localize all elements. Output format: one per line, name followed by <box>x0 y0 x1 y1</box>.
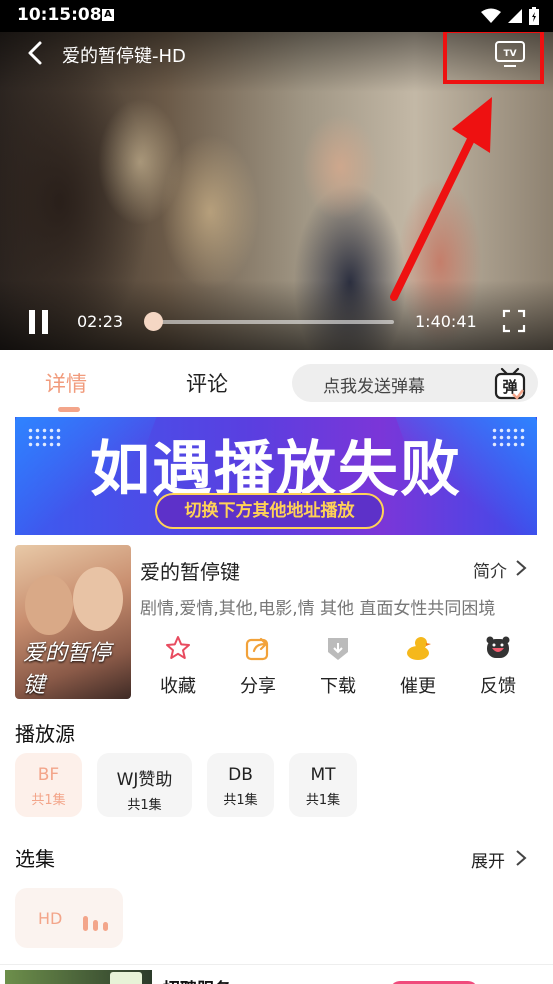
source-bf[interactable]: BF 共1集 <box>15 753 82 817</box>
feedback-icon <box>486 636 510 658</box>
playing-bars-icon <box>83 916 108 931</box>
favorite-button[interactable]: 收藏 <box>148 634 208 698</box>
duck-icon <box>407 637 431 660</box>
status-time: 10:15:08 <box>17 5 102 25</box>
notification-icon: A <box>102 9 114 21</box>
episodes-title: 选集 <box>15 847 55 871</box>
status-icons <box>481 6 539 26</box>
banner-switch-button[interactable]: 切换下方其他地址播放 <box>155 493 384 529</box>
expand-link[interactable]: 展开 <box>471 847 505 872</box>
back-arrow-icon[interactable] <box>24 40 48 66</box>
source-db[interactable]: DB 共1集 <box>207 753 274 817</box>
source-name: WJ赞助 <box>116 770 173 790</box>
chevron-right-icon[interactable] <box>514 558 528 578</box>
download-icon <box>328 638 348 660</box>
ad-text: 招聘服务 <box>163 975 231 984</box>
source-count: 共1集 <box>127 798 162 813</box>
wifi-icon <box>481 8 501 23</box>
source-count: 共1集 <box>31 793 66 808</box>
favorite-label: 收藏 <box>160 676 196 697</box>
ad-thumbnail <box>5 970 152 984</box>
danmu-placeholder: 点我发送弹幕 <box>323 377 425 397</box>
signal-icon <box>508 9 522 23</box>
chevron-right-icon[interactable] <box>514 848 528 868</box>
star-icon <box>166 636 190 659</box>
tab-detail[interactable]: 详情 <box>45 368 87 398</box>
feedback-button[interactable]: 反馈 <box>468 634 528 698</box>
download-button[interactable]: 下载 <box>308 634 368 698</box>
download-label: 下载 <box>320 676 356 697</box>
progress-track[interactable] <box>148 320 394 324</box>
tv-button-highlight-box <box>443 32 544 84</box>
play-failure-banner[interactable]: 如遇播放失败 切换下方其他地址播放 <box>15 417 537 535</box>
fullscreen-icon[interactable] <box>502 309 526 333</box>
ad-thumb-icon <box>110 972 142 984</box>
episode-item[interactable]: HD <box>15 888 123 948</box>
source-name: DB <box>228 765 253 785</box>
danmu-input[interactable]: 点我发送弹幕 弹 <box>292 364 538 402</box>
source-count: 共1集 <box>305 793 341 808</box>
status-bar: 10:15:08 A <box>0 0 553 32</box>
source-wj[interactable]: WJ赞助 共1集 <box>97 753 192 817</box>
poster-title: 爱的暂停键 <box>23 641 112 698</box>
annotation-arrow-icon <box>390 97 492 301</box>
video-player[interactable]: 爱的暂停键-HD TV 02:23 1:40:41 <box>0 32 553 350</box>
poster-face <box>25 575 73 635</box>
sources-title: 播放源 <box>15 722 75 746</box>
feedback-label: 反馈 <box>480 676 516 697</box>
share-button[interactable]: 分享 <box>228 634 288 698</box>
danmu-tv-icon[interactable]: 弹 <box>492 366 528 402</box>
intro-link[interactable]: 简介 <box>473 557 507 582</box>
share-label: 分享 <box>240 676 276 697</box>
tab-comment[interactable]: 评论 <box>186 368 228 398</box>
video-title: 爱的暂停键-HD <box>62 46 186 67</box>
pause-icon[interactable] <box>27 310 51 334</box>
movie-tags: 剧情,爱情,其他,电影,情 其他 直面女性共同困境 <box>140 599 496 619</box>
ad-strip[interactable]: 招聘服务 <box>0 964 553 984</box>
urge-update-label: 催更 <box>400 676 436 697</box>
movie-poster[interactable]: 爱的暂停键 <box>15 545 131 699</box>
tab-indicator <box>58 407 80 412</box>
battery-icon <box>529 7 539 25</box>
movie-title: 爱的暂停键 <box>140 560 240 584</box>
episode-label: HD <box>38 909 63 928</box>
source-mt[interactable]: MT 共1集 <box>289 753 357 817</box>
urge-update-button[interactable]: 催更 <box>388 634 448 698</box>
danmu-icon-char: 弹 <box>502 378 517 396</box>
duration: 1:40:41 <box>415 312 477 331</box>
source-name: BF <box>37 765 60 785</box>
source-name: MT <box>310 765 336 785</box>
current-time: 02:23 <box>77 312 124 331</box>
share-icon <box>245 637 269 661</box>
poster-face <box>73 567 123 631</box>
source-count: 共1集 <box>223 793 258 808</box>
